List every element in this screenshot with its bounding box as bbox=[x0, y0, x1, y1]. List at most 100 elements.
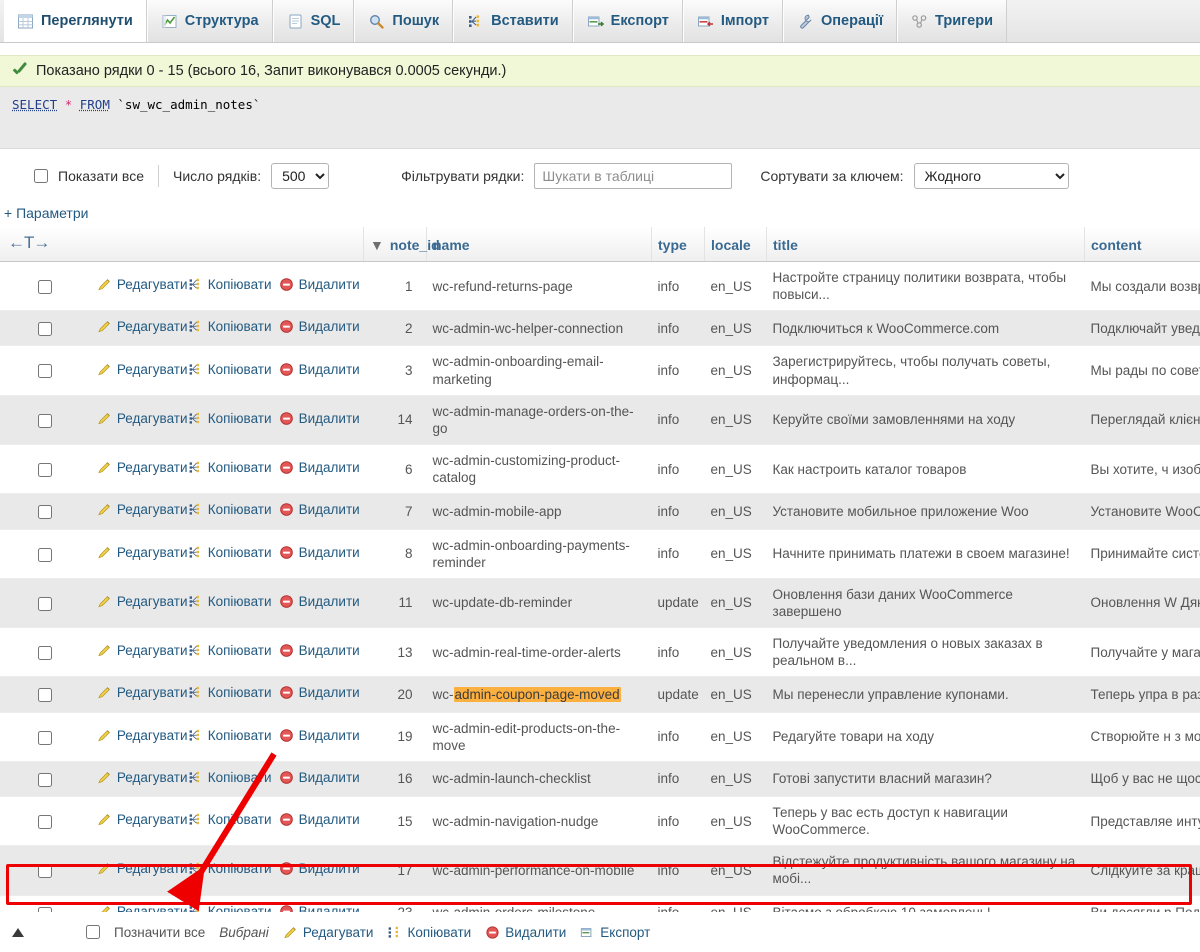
row-select-cell[interactable] bbox=[0, 677, 91, 712]
row-copy-cell[interactable]: Копіювати bbox=[182, 677, 273, 712]
row-edit-cell[interactable]: Редагувати bbox=[91, 494, 182, 529]
row-delete-cell[interactable]: Видалити bbox=[273, 395, 364, 444]
row-delete-cell[interactable]: Видалити bbox=[273, 712, 364, 761]
tab-import[interactable]: Імпорт bbox=[683, 0, 783, 42]
table-row[interactable]: РедагуватиКопіюватиВидалити19wc-admin-ed… bbox=[0, 712, 1200, 761]
row-select-cell[interactable] bbox=[0, 445, 91, 494]
tab-operations[interactable]: Операції bbox=[783, 0, 897, 42]
row-select-cell[interactable] bbox=[0, 712, 91, 761]
row-copy-cell[interactable]: Копіювати bbox=[182, 262, 273, 311]
row-delete-cell[interactable]: Видалити bbox=[273, 846, 364, 895]
row-copy-cell[interactable]: Копіювати bbox=[182, 346, 273, 395]
rows-count-select[interactable]: 500 bbox=[271, 163, 329, 189]
row-select-cell[interactable] bbox=[0, 494, 91, 529]
row-delete-button[interactable]: Видалити bbox=[279, 593, 360, 610]
row-copy-button[interactable]: Копіювати bbox=[188, 642, 272, 659]
filter-rows-input[interactable] bbox=[534, 163, 732, 189]
row-edit-button[interactable]: Редагувати bbox=[97, 769, 188, 786]
row-copy-cell[interactable]: Копіювати bbox=[182, 311, 273, 346]
row-delete-cell[interactable]: Видалити bbox=[273, 797, 364, 846]
row-delete-cell[interactable]: Видалити bbox=[273, 346, 364, 395]
row-edit-cell[interactable]: Редагувати bbox=[91, 761, 182, 796]
row-select-cell[interactable] bbox=[0, 529, 91, 578]
row-copy-button[interactable]: Копіювати bbox=[188, 727, 272, 744]
table-row[interactable]: РедагуватиКопіюватиВидалити17wc-admin-pe… bbox=[0, 846, 1200, 895]
row-edit-cell[interactable]: Редагувати bbox=[91, 445, 182, 494]
row-checkbox[interactable] bbox=[38, 731, 52, 745]
row-delete-cell[interactable]: Видалити bbox=[273, 578, 364, 627]
row-edit-cell[interactable]: Редагувати bbox=[91, 578, 182, 627]
row-delete-cell[interactable]: Видалити bbox=[273, 445, 364, 494]
tab-export[interactable]: Експорт bbox=[573, 0, 683, 42]
row-checkbox[interactable] bbox=[38, 322, 52, 336]
row-checkbox[interactable] bbox=[38, 815, 52, 829]
row-delete-cell[interactable]: Видалити bbox=[273, 761, 364, 796]
row-edit-cell[interactable]: Редагувати bbox=[91, 262, 182, 311]
row-copy-button[interactable]: Копіювати bbox=[188, 410, 272, 427]
row-delete-button[interactable]: Видалити bbox=[279, 276, 360, 293]
row-copy-cell[interactable]: Копіювати bbox=[182, 445, 273, 494]
row-edit-cell[interactable]: Редагувати bbox=[91, 846, 182, 895]
row-delete-button[interactable]: Видалити bbox=[279, 459, 360, 476]
row-copy-button[interactable]: Копіювати bbox=[188, 811, 272, 828]
row-edit-cell[interactable]: Редагувати bbox=[91, 677, 182, 712]
row-copy-button[interactable]: Копіювати bbox=[188, 361, 272, 378]
row-copy-button[interactable]: Копіювати bbox=[188, 860, 272, 877]
table-row[interactable]: РедагуватиКопіюватиВидалити3wc-admin-onb… bbox=[0, 346, 1200, 395]
row-edit-button[interactable]: Редагувати bbox=[97, 361, 188, 378]
row-copy-cell[interactable]: Копіювати bbox=[182, 712, 273, 761]
tab-browse[interactable]: Переглянути bbox=[4, 0, 147, 42]
row-delete-button[interactable]: Видалити bbox=[279, 811, 360, 828]
row-edit-button[interactable]: Редагувати bbox=[97, 276, 188, 293]
table-row[interactable]: РедагуватиКопіюватиВидалити11wc-update-d… bbox=[0, 578, 1200, 627]
row-checkbox[interactable] bbox=[38, 463, 52, 477]
row-edit-button[interactable]: Редагувати bbox=[97, 593, 188, 610]
table-row[interactable]: РедагуватиКопіюватиВидалити20wc-admin-co… bbox=[0, 677, 1200, 712]
row-checkbox[interactable] bbox=[38, 548, 52, 562]
row-edit-cell[interactable]: Редагувати bbox=[91, 712, 182, 761]
row-delete-button[interactable]: Видалити bbox=[279, 727, 360, 744]
row-checkbox[interactable] bbox=[38, 688, 52, 702]
row-edit-cell[interactable]: Редагувати bbox=[91, 346, 182, 395]
row-copy-button[interactable]: Копіювати bbox=[188, 684, 272, 701]
row-copy-cell[interactable]: Копіювати bbox=[182, 494, 273, 529]
row-delete-cell[interactable]: Видалити bbox=[273, 529, 364, 578]
row-checkbox[interactable] bbox=[38, 505, 52, 519]
check-all-checkbox[interactable] bbox=[86, 925, 100, 939]
row-edit-button[interactable]: Редагувати bbox=[97, 544, 188, 561]
column-header-content[interactable]: content bbox=[1085, 227, 1200, 262]
column-header-title[interactable]: title bbox=[767, 227, 1085, 262]
row-edit-button[interactable]: Редагувати bbox=[97, 642, 188, 659]
row-delete-cell[interactable]: Видалити bbox=[273, 494, 364, 529]
row-delete-cell[interactable]: Видалити bbox=[273, 628, 364, 677]
row-edit-button[interactable]: Редагувати bbox=[97, 684, 188, 701]
row-select-cell[interactable] bbox=[0, 262, 91, 311]
row-select-cell[interactable] bbox=[0, 311, 91, 346]
row-delete-button[interactable]: Видалити bbox=[279, 361, 360, 378]
row-checkbox[interactable] bbox=[38, 364, 52, 378]
row-edit-cell[interactable]: Редагувати bbox=[91, 529, 182, 578]
row-delete-button[interactable]: Видалити bbox=[279, 318, 360, 335]
row-copy-button[interactable]: Копіювати bbox=[188, 318, 272, 335]
row-delete-button[interactable]: Видалити bbox=[279, 501, 360, 518]
row-copy-cell[interactable]: Копіювати bbox=[182, 797, 273, 846]
row-edit-button[interactable]: Редагувати bbox=[97, 410, 188, 427]
row-checkbox[interactable] bbox=[38, 597, 52, 611]
row-select-cell[interactable] bbox=[0, 797, 91, 846]
row-checkbox[interactable] bbox=[38, 773, 52, 787]
footer-copy-button[interactable]: Копіювати bbox=[387, 925, 471, 940]
row-copy-button[interactable]: Копіювати bbox=[188, 459, 272, 476]
tab-structure[interactable]: Структура bbox=[147, 0, 273, 42]
row-edit-button[interactable]: Редагувати bbox=[97, 727, 188, 744]
row-copy-cell[interactable]: Копіювати bbox=[182, 761, 273, 796]
row-checkbox[interactable] bbox=[38, 646, 52, 660]
parameters-toggle-link[interactable]: + Параметри bbox=[0, 199, 1200, 227]
row-edit-button[interactable]: Редагувати bbox=[97, 459, 188, 476]
row-select-cell[interactable] bbox=[0, 846, 91, 895]
tab-insert[interactable]: Вставити bbox=[453, 0, 573, 42]
table-row[interactable]: РедагуватиКопіюватиВидалити16wc-admin-la… bbox=[0, 761, 1200, 796]
row-edit-button[interactable]: Редагувати bbox=[97, 811, 188, 828]
row-select-cell[interactable] bbox=[0, 761, 91, 796]
row-copy-cell[interactable]: Копіювати bbox=[182, 395, 273, 444]
table-row[interactable]: РедагуватиКопіюватиВидалити13wc-admin-re… bbox=[0, 628, 1200, 677]
